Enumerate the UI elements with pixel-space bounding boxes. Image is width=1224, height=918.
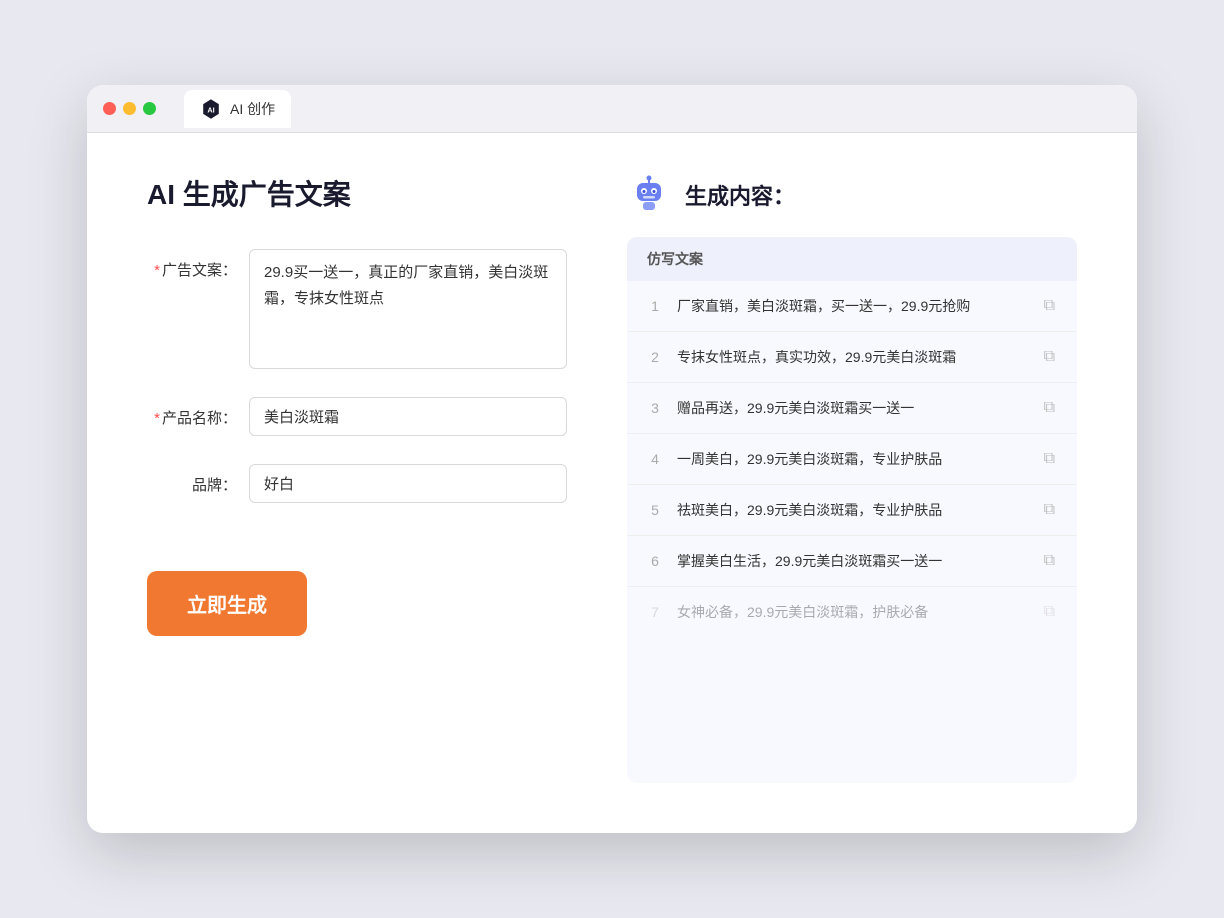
copy-icon[interactable]: ⧉	[1042, 499, 1057, 521]
row-num: 3	[647, 400, 663, 416]
right-panel: 生成内容： 仿写文案 1 厂家直销，美白淡斑霜，买一送一，29.9元抢购 ⧉ 2…	[627, 173, 1077, 783]
table-header: 仿写文案	[627, 237, 1077, 281]
page-title: AI 生成广告文案	[147, 173, 567, 213]
row-text: 厂家直销，美白淡斑霜，买一送一，29.9元抢购	[677, 296, 1028, 317]
row-num: 5	[647, 502, 663, 518]
copy-icon[interactable]: ⧉	[1042, 295, 1057, 317]
browser-tab[interactable]: AI AI 创作	[184, 90, 291, 128]
left-panel: AI 生成广告文案 *广告文案： 29.9买一送一，真正的厂家直销，美白淡斑霜，…	[147, 173, 567, 783]
copy-icon[interactable]: ⧉	[1042, 601, 1057, 623]
maximize-button[interactable]	[143, 102, 156, 115]
product-name-input[interactable]	[249, 397, 567, 436]
row-text: 专抹女性斑点，真实功效，29.9元美白淡斑霜	[677, 347, 1028, 368]
ad-copy-group: *广告文案： 29.9买一送一，真正的厂家直销，美白淡斑霜，专抹女性斑点	[147, 249, 567, 369]
close-button[interactable]	[103, 102, 116, 115]
row-text: 赠品再送，29.9元美白淡斑霜买一送一	[677, 398, 1028, 419]
row-num: 7	[647, 604, 663, 620]
table-row: 4 一周美白，29.9元美白淡斑霜，专业护肤品 ⧉	[627, 434, 1077, 485]
table-row: 3 赠品再送，29.9元美白淡斑霜买一送一 ⧉	[627, 383, 1077, 434]
table-row: 5 祛斑美白，29.9元美白淡斑霜，专业护肤品 ⧉	[627, 485, 1077, 536]
required-star-product: *	[154, 410, 160, 427]
minimize-button[interactable]	[123, 102, 136, 115]
product-name-label: *产品名称：	[147, 397, 237, 428]
row-text: 一周美白，29.9元美白淡斑霜，专业护肤品	[677, 449, 1028, 470]
browser-window: AI AI 创作 AI 生成广告文案 *广告文案： 29.9买一送一，真正的厂家…	[87, 85, 1137, 833]
table-row: 6 掌握美白生活，29.9元美白淡斑霜买一送一 ⧉	[627, 536, 1077, 587]
ai-tab-icon: AI	[200, 98, 222, 120]
result-table: 仿写文案 1 厂家直销，美白淡斑霜，买一送一，29.9元抢购 ⧉ 2 专抹女性斑…	[627, 237, 1077, 783]
brand-label: 品牌：	[147, 464, 237, 495]
svg-text:AI: AI	[207, 105, 214, 114]
traffic-lights	[103, 102, 156, 115]
row-num: 4	[647, 451, 663, 467]
copy-icon[interactable]: ⧉	[1042, 550, 1057, 572]
ad-copy-input[interactable]: 29.9买一送一，真正的厂家直销，美白淡斑霜，专抹女性斑点	[249, 249, 567, 369]
product-name-group: *产品名称：	[147, 397, 567, 436]
brand-group: 品牌：	[147, 464, 567, 503]
row-text: 祛斑美白，29.9元美白淡斑霜，专业护肤品	[677, 500, 1028, 521]
copy-icon[interactable]: ⧉	[1042, 397, 1057, 419]
row-text: 女神必备，29.9元美白淡斑霜，护肤必备	[677, 602, 1028, 623]
brand-input[interactable]	[249, 464, 567, 503]
required-star-ad: *	[154, 262, 160, 279]
table-row: 2 专抹女性斑点，真实功效，29.9元美白淡斑霜 ⧉	[627, 332, 1077, 383]
robot-icon	[627, 173, 671, 217]
copy-icon[interactable]: ⧉	[1042, 448, 1057, 470]
row-num: 2	[647, 349, 663, 365]
result-header: 生成内容：	[627, 173, 1077, 217]
browser-content: AI 生成广告文案 *广告文案： 29.9买一送一，真正的厂家直销，美白淡斑霜，…	[87, 133, 1137, 833]
generate-button[interactable]: 立即生成	[147, 571, 307, 636]
row-text: 掌握美白生活，29.9元美白淡斑霜买一送一	[677, 551, 1028, 572]
copy-icon[interactable]: ⧉	[1042, 346, 1057, 368]
browser-titlebar: AI AI 创作	[87, 85, 1137, 133]
table-row: 7 女神必备，29.9元美白淡斑霜，护肤必备 ⧉	[627, 587, 1077, 637]
ad-copy-label: *广告文案：	[147, 249, 237, 280]
result-title: 生成内容：	[685, 179, 795, 211]
tab-label: AI 创作	[230, 99, 275, 119]
row-num: 1	[647, 298, 663, 314]
row-num: 6	[647, 553, 663, 569]
table-row: 1 厂家直销，美白淡斑霜，买一送一，29.9元抢购 ⧉	[627, 281, 1077, 332]
